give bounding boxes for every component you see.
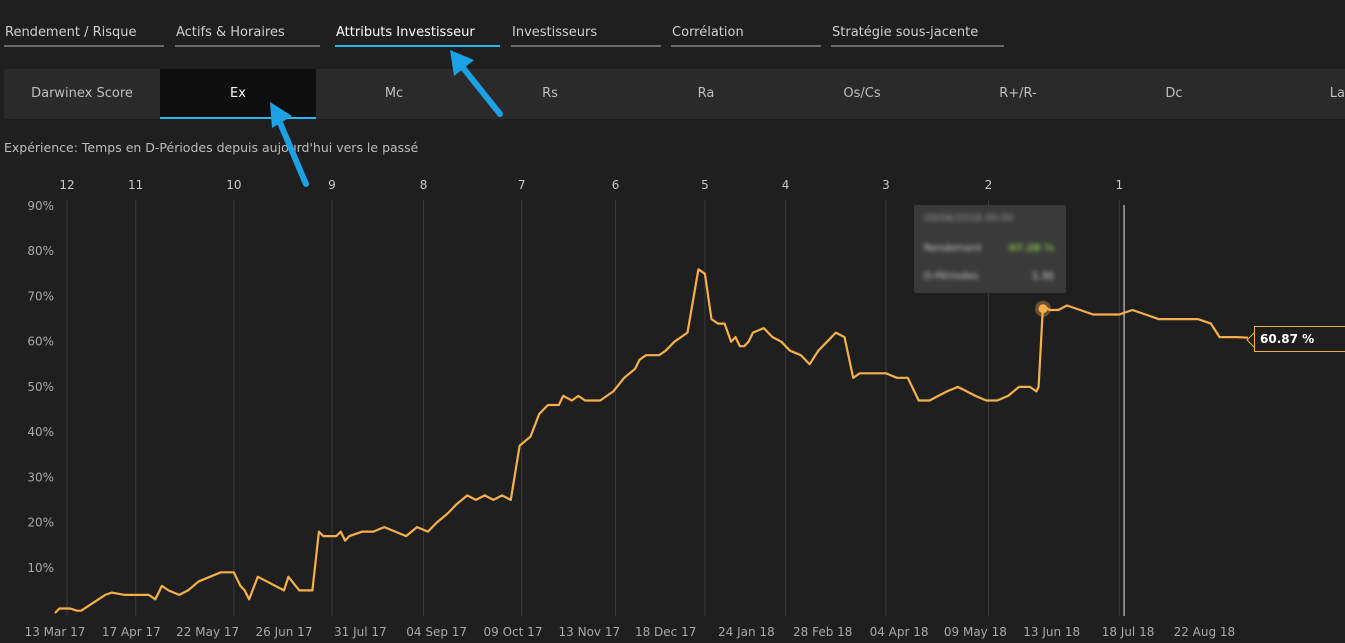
d-period-tick-label: 7 bbox=[518, 178, 526, 192]
y-tick-label: 20% bbox=[27, 516, 54, 530]
d-period-tick-label: 10 bbox=[226, 178, 241, 192]
y-tick-label: 10% bbox=[27, 561, 54, 575]
d-period-tick-label: 5 bbox=[701, 178, 709, 192]
hover-point-marker[interactable] bbox=[1038, 304, 1048, 314]
y-tick-label: 40% bbox=[27, 425, 54, 439]
d-period-axis: 12 11 10 9 8 7 6 5 4 3 2 1 bbox=[59, 178, 1123, 192]
y-tick-label: 80% bbox=[27, 244, 54, 258]
tab-investisseurs[interactable]: Investisseurs bbox=[511, 25, 661, 47]
x-tick-label: 09 Oct 17 bbox=[484, 625, 543, 639]
x-tick-label: 17 Apr 17 bbox=[102, 625, 161, 639]
subtab-dc[interactable]: Dc bbox=[1096, 69, 1252, 119]
d-period-tick-label: 4 bbox=[782, 178, 790, 192]
top-tab-bar: Rendement / Risque Actifs & Horaires Att… bbox=[0, 0, 1345, 60]
x-tick-label: 31 Jul 17 bbox=[334, 625, 387, 639]
tab-attributs-investisseur[interactable]: Attributs Investisseur bbox=[335, 25, 500, 47]
x-tick-label: 24 Jan 18 bbox=[718, 625, 775, 639]
y-tick-label: 60% bbox=[27, 335, 54, 349]
x-tick-label: 26 Jun 17 bbox=[256, 625, 313, 639]
subtab-ra[interactable]: Ra bbox=[628, 69, 784, 119]
experience-line-chart[interactable]: 10% 20% 30% 40% 50% 60% 70% 80% 90% 13 Mar 17 17 … bbox=[0, 170, 1345, 643]
y-tick-label: 70% bbox=[27, 289, 54, 303]
subtab-la[interactable]: La bbox=[1252, 69, 1345, 119]
tab-rendement-risque[interactable]: Rendement / Risque bbox=[4, 25, 164, 47]
d-period-tick-label: 6 bbox=[612, 178, 620, 192]
x-tick-label: 22 May 17 bbox=[176, 625, 239, 639]
chart-tooltip: 09/06/2018 00:00 Rendement 67.28 % D-Pér… bbox=[914, 205, 1066, 293]
x-tick-label: 04 Apr 18 bbox=[870, 625, 929, 639]
x-tick-label: 09 May 18 bbox=[944, 625, 1007, 639]
y-tick-label: 30% bbox=[27, 470, 54, 484]
subtab-os-cs[interactable]: Os/Cs bbox=[784, 69, 940, 119]
x-tick-label: 28 Feb 18 bbox=[793, 625, 852, 639]
x-tick-label: 13 Jun 18 bbox=[1023, 625, 1080, 639]
d-period-tick-label: 12 bbox=[59, 178, 74, 192]
tooltip-date: 09/06/2018 00:00 bbox=[924, 213, 1014, 224]
x-tick-label: 18 Jul 18 bbox=[1102, 625, 1155, 639]
x-tick-label: 18 Dec 17 bbox=[635, 625, 696, 639]
tab-strategie-sous-jacente[interactable]: Stratégie sous-jacente bbox=[831, 25, 1004, 47]
x-tick-label: 04 Sep 17 bbox=[406, 625, 467, 639]
attribute-tab-bar: Darwinex Score Ex Mc Rs Ra Os/Cs R+/R- D… bbox=[4, 69, 1345, 119]
d-period-tick-label: 2 bbox=[985, 178, 993, 192]
tab-correlation[interactable]: Corrélation bbox=[671, 25, 821, 47]
y-axis: 10% 20% 30% 40% 50% 60% 70% 80% 90% bbox=[27, 199, 54, 575]
last-value-label: 60.87 % bbox=[1254, 326, 1345, 352]
subtab-darwinex-score[interactable]: Darwinex Score bbox=[4, 69, 160, 119]
x-axis: 13 Mar 17 17 Apr 17 22 May 17 26 Jun 17 31 J… bbox=[25, 625, 1236, 639]
d-period-tick-label: 1 bbox=[1116, 178, 1124, 192]
tooltip-row2-label: D-Périodes bbox=[924, 271, 978, 282]
tooltip-row1-value: 67.28 % bbox=[1009, 243, 1055, 254]
chart-caption: Expérience: Temps en D-Périodes depuis a… bbox=[4, 140, 419, 155]
subtab-r-plus-r-minus[interactable]: R+/R- bbox=[940, 69, 1096, 119]
d-period-tick-label: 9 bbox=[328, 178, 336, 192]
tooltip-row2-value: 1.31 bbox=[1032, 271, 1055, 282]
y-tick-label: 90% bbox=[27, 199, 54, 213]
y-tick-label: 50% bbox=[27, 380, 54, 394]
annotation-arrow-subtab bbox=[270, 102, 309, 187]
d-period-tick-label: 8 bbox=[420, 178, 428, 192]
x-tick-label: 22 Aug 18 bbox=[1174, 625, 1236, 639]
tooltip-row1-label: Rendement bbox=[924, 243, 982, 254]
x-tick-label: 13 Mar 17 bbox=[25, 625, 86, 639]
d-period-tick-label: 3 bbox=[882, 178, 890, 192]
tab-actifs-horaires[interactable]: Actifs & Horaires bbox=[175, 25, 320, 47]
annotation-arrow-tab bbox=[450, 50, 503, 117]
x-tick-label: 13 Nov 17 bbox=[559, 625, 621, 639]
d-period-tick-label: 11 bbox=[128, 178, 143, 192]
